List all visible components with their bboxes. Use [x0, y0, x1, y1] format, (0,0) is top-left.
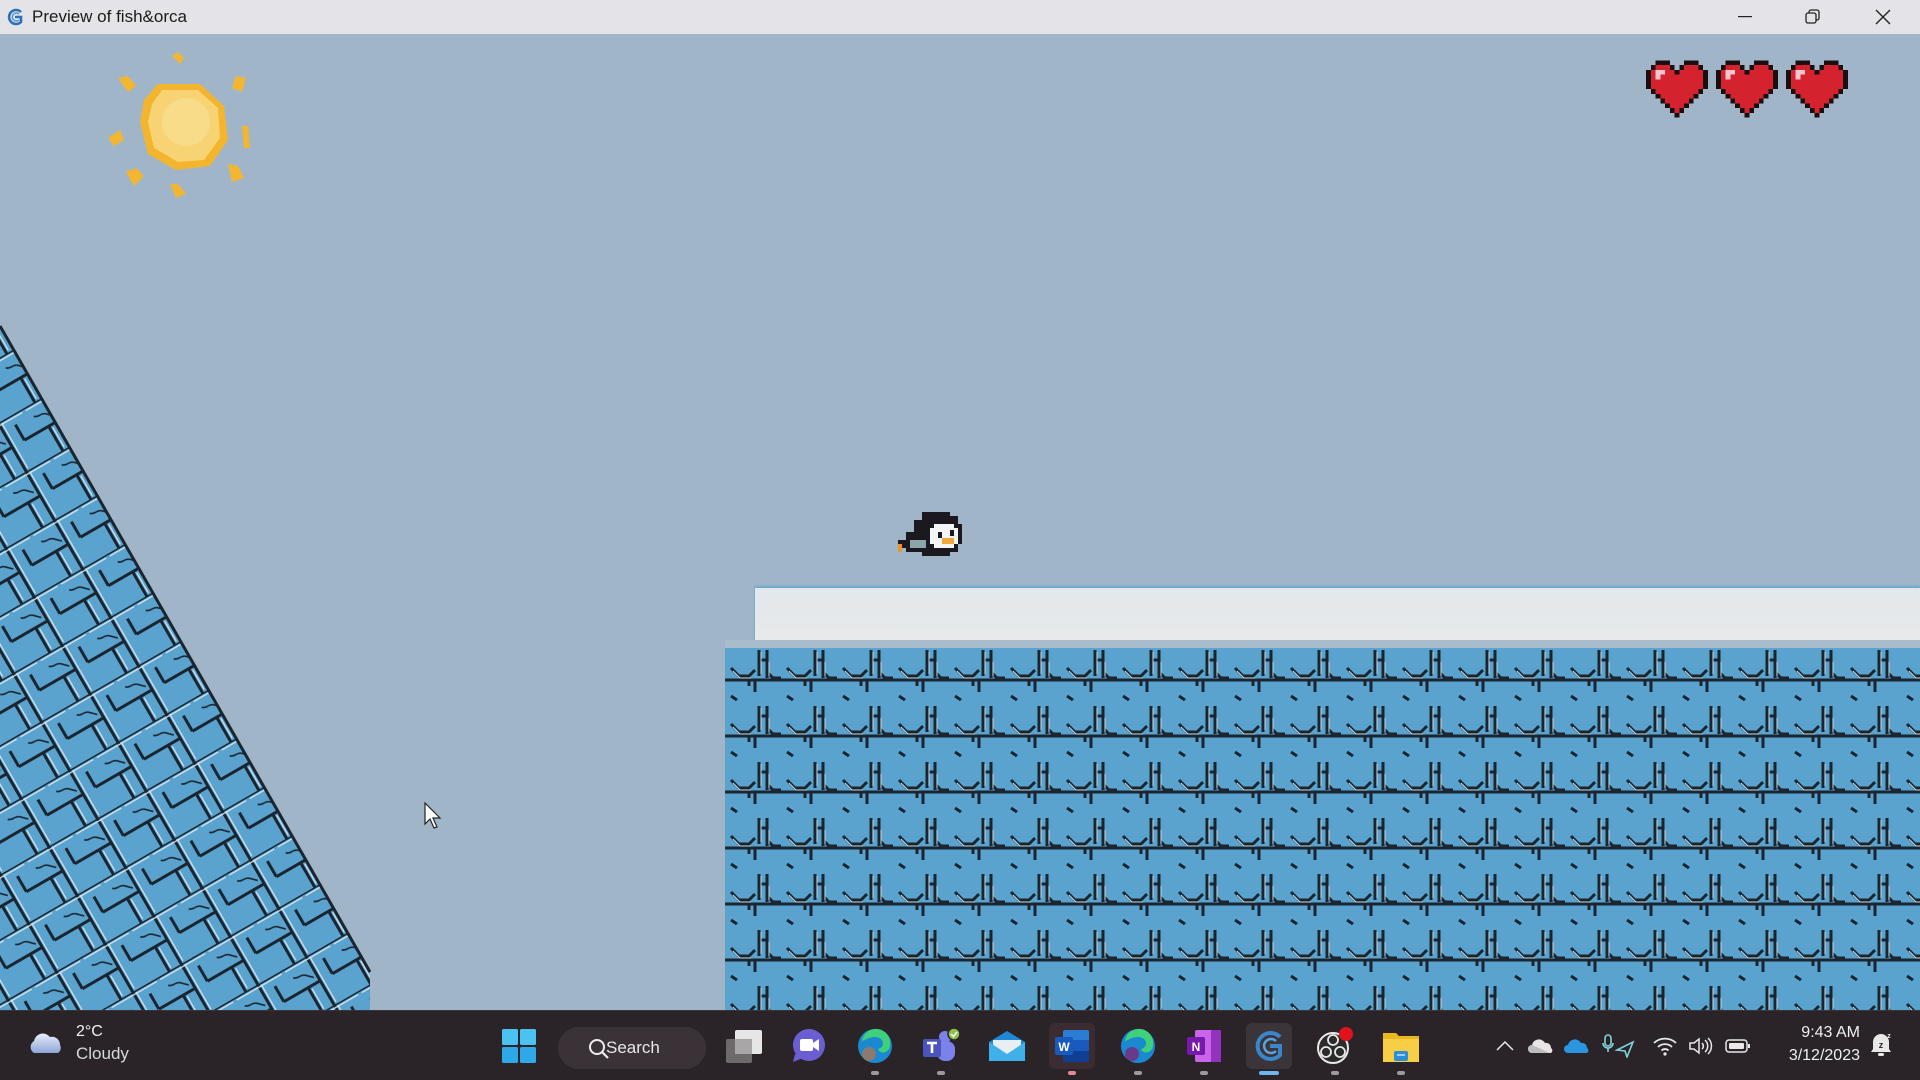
running-indicator	[937, 1071, 945, 1075]
cloud-icon	[30, 1033, 61, 1053]
tray-onedrive-business[interactable]	[1562, 1033, 1592, 1059]
wifi-icon	[1653, 1037, 1677, 1056]
teams-icon	[923, 1027, 961, 1061]
minimize-button[interactable]	[1710, 0, 1780, 34]
tray-volume[interactable]	[1686, 1033, 1716, 1059]
start-button[interactable]	[496, 1023, 542, 1069]
ice-block-wall	[725, 648, 1920, 1010]
svg-text:N: N	[1192, 1040, 1201, 1054]
running-indicator	[1331, 1071, 1339, 1075]
close-icon	[1875, 9, 1891, 25]
taskbar-app-teams[interactable]	[918, 1023, 964, 1075]
clock-date: 3/12/2023	[1788, 1047, 1860, 1064]
running-indicator	[1134, 1071, 1142, 1075]
folder-icon	[1383, 1033, 1419, 1062]
taskbar-app-video-chat[interactable]	[786, 1023, 832, 1069]
taskbar-app-edge[interactable]	[852, 1023, 898, 1075]
tray-battery[interactable]	[1722, 1033, 1754, 1059]
window-titlebar: Preview of fish&orca	[0, 0, 1920, 34]
taskbar-app-mail[interactable]	[984, 1023, 1030, 1069]
penguin-player	[898, 512, 962, 556]
tray-wifi[interactable]	[1650, 1033, 1680, 1059]
game-canvas[interactable]	[0, 34, 1920, 1010]
taskbar-app-onenote[interactable]: N	[1181, 1023, 1227, 1075]
svg-text:z: z	[1887, 1033, 1891, 1040]
taskbar-app-word[interactable]: W	[1049, 1023, 1095, 1075]
restore-icon	[1805, 9, 1820, 24]
onedrive-personal-icon	[1528, 1039, 1553, 1053]
taskbar-app-file-explorer[interactable]	[1378, 1023, 1424, 1075]
svg-text:z: z	[1879, 1040, 1884, 1050]
window-title: Preview of fish&orca	[32, 7, 187, 26]
search-icon	[589, 1039, 609, 1059]
task-view-button[interactable]	[721, 1023, 767, 1069]
chevron-up-icon	[1496, 1041, 1514, 1051]
gdevelop-icon	[6, 8, 24, 26]
running-indicator	[1200, 1071, 1208, 1075]
search-box[interactable]: Search	[558, 1027, 706, 1069]
clock-time: 9:43 AM	[1801, 1024, 1860, 1041]
weather-temp: 2°C	[76, 1023, 103, 1040]
volume-icon	[1689, 1037, 1713, 1055]
word-icon: W	[1055, 1030, 1089, 1062]
search-label: Search	[606, 1038, 660, 1057]
running-indicator	[1068, 1071, 1076, 1075]
restore-button[interactable]	[1778, 0, 1848, 34]
running-indicator	[1397, 1071, 1405, 1075]
platform-gap	[725, 640, 1920, 648]
edge-icon	[1121, 1028, 1155, 1063]
svg-text:W: W	[1058, 1040, 1070, 1054]
snow-platform	[755, 588, 1920, 640]
edge-icon	[858, 1028, 892, 1063]
mic-location-icon	[1602, 1034, 1635, 1058]
gdevelop-icon	[1255, 1031, 1282, 1061]
weather-condition: Cloudy	[76, 1044, 129, 1063]
tray-onedrive-personal[interactable]	[1526, 1033, 1556, 1059]
weather-widget[interactable]: 2°C Cloudy	[26, 1021, 129, 1065]
lives-display	[1646, 60, 1848, 118]
ice-ramp	[0, 325, 372, 1010]
minimize-icon	[1738, 16, 1752, 18]
close-button[interactable]	[1848, 0, 1918, 34]
mouse-cursor-icon	[424, 802, 442, 829]
obs-icon	[1317, 1027, 1353, 1064]
heart-life-icon	[1786, 60, 1848, 118]
show-hidden-icons-button[interactable]	[1492, 1033, 1518, 1059]
notifications-button[interactable]: z z	[1866, 1031, 1896, 1057]
windows-start-icon	[502, 1029, 536, 1063]
onenote-icon: N	[1187, 1030, 1221, 1062]
taskbar-app-gdevelop[interactable]	[1246, 1023, 1292, 1075]
onedrive-business-icon	[1564, 1039, 1589, 1053]
tray-mic-location[interactable]	[1600, 1033, 1636, 1059]
battery-icon	[1725, 1039, 1750, 1053]
mail-icon	[989, 1031, 1025, 1061]
system-clock[interactable]: 9:43 AM 3/12/2023	[1770, 1021, 1860, 1067]
taskbar: 2°C Cloudy Search W N 9:43 AM 3/12/2023 …	[0, 1010, 1920, 1080]
running-indicator	[871, 1071, 879, 1075]
task-view-icon	[726, 1030, 762, 1063]
taskbar-app-edge-beta[interactable]	[1115, 1023, 1161, 1075]
bell-snooze-icon: z z	[1871, 1033, 1891, 1056]
heart-life-icon	[1716, 60, 1778, 118]
taskbar-app-obs[interactable]	[1312, 1023, 1358, 1075]
active-indicator	[1259, 1071, 1279, 1075]
video-chat-icon	[793, 1029, 825, 1062]
heart-life-icon	[1646, 60, 1708, 118]
